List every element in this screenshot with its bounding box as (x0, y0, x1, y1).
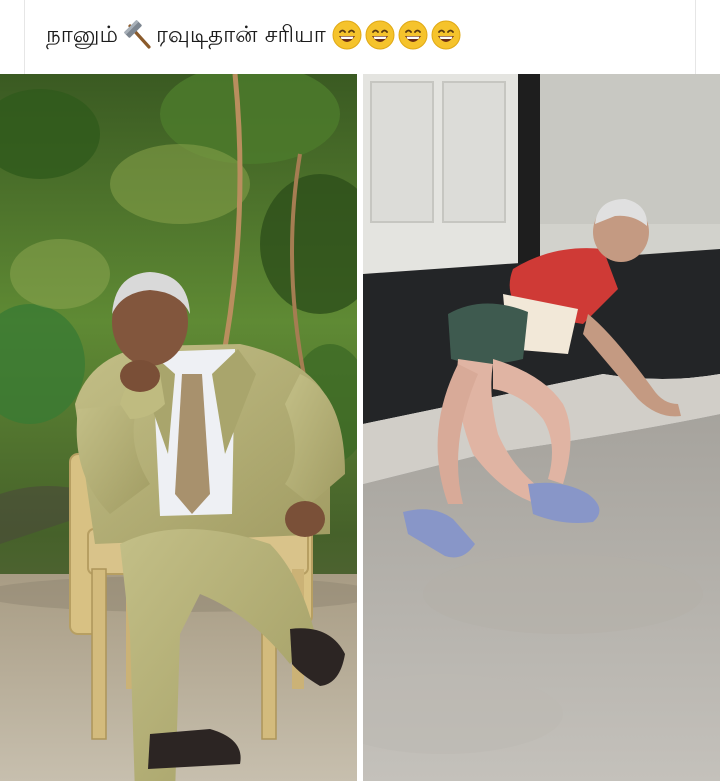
meme-post: நானும் ரவுடிதான் சரியா (0, 0, 720, 781)
grin-emoji (332, 20, 362, 50)
photo-fallen-man (363, 74, 720, 781)
grin-emoji (365, 20, 395, 50)
caption-bar: நானும் ரவுடிதான் சரியா (0, 0, 720, 74)
hammer-icon (122, 20, 154, 50)
caption-text-part2: ரவுடிதான் சரியா (155, 22, 326, 48)
grin-emoji (398, 20, 428, 50)
divider-left (24, 0, 25, 74)
caption-text-part1: நானும் (46, 22, 118, 48)
post-caption: நானும் ரவுடிதான் சரியா (46, 20, 461, 50)
divider-right (695, 0, 696, 74)
photo-seated-man (0, 74, 357, 781)
grin-emoji (431, 20, 461, 50)
emoji-row (332, 20, 461, 50)
